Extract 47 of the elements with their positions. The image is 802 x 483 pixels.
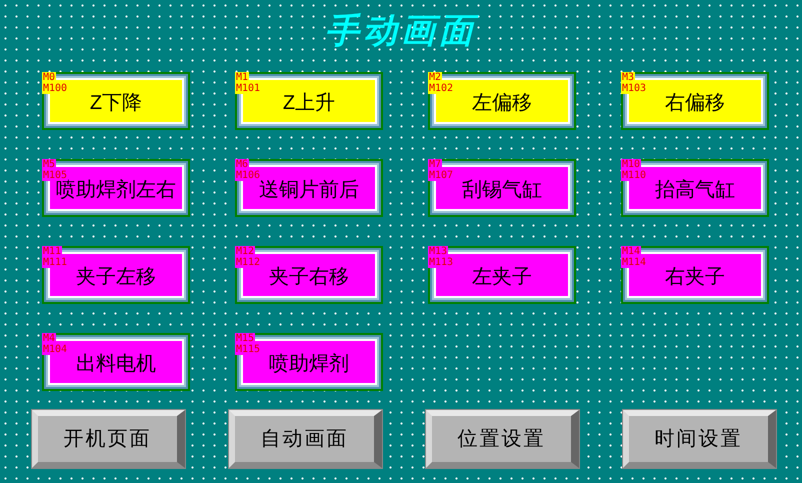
tag-label: M105 [42, 170, 68, 181]
manual-button[interactable]: Z上升 M1 M101 [235, 72, 383, 130]
tag-label: M115 [235, 344, 262, 355]
tag-label: M2 [428, 72, 442, 83]
tag-label: M12 [235, 246, 256, 257]
tag-label: M104 [42, 344, 68, 355]
tag-label: M0 [42, 72, 56, 83]
tag-label: M11 [42, 246, 62, 257]
manual-button[interactable]: 喷助焊剂左右 M5 M105 [42, 159, 190, 217]
tag-label: M106 [235, 170, 262, 181]
tag-label: M14 [621, 246, 642, 257]
tag-label: M10 [621, 159, 642, 170]
nav-button[interactable]: 时间设置 [623, 410, 776, 468]
tag-label: M103 [621, 83, 648, 94]
tag-label: M7 [428, 159, 442, 170]
tag-label: M100 [42, 83, 68, 94]
nav-button[interactable]: 位置设置 [426, 410, 579, 468]
tag-label: M6 [235, 159, 250, 170]
manual-button[interactable]: 夹子左移 M11 M111 [42, 246, 190, 304]
manual-button[interactable]: 送铜片前后 M6 M106 [235, 159, 383, 217]
tag-label: M101 [235, 83, 262, 94]
nav-button[interactable]: 自动画面 [229, 410, 382, 468]
manual-button[interactable]: 刮锡气缸 M7 M107 [428, 159, 576, 217]
tag-label: M3 [621, 72, 636, 83]
tag-label: M15 [235, 333, 256, 344]
tag-label: M111 [42, 257, 68, 268]
tag-label: M102 [428, 83, 454, 94]
tag-label: M5 [42, 159, 56, 170]
tag-label: M107 [428, 170, 454, 181]
tag-label: M114 [621, 257, 648, 268]
manual-button[interactable]: 右夹子 M14 M114 [621, 246, 769, 304]
tag-label: M13 [428, 246, 448, 257]
nav-button[interactable]: 开机页面 [32, 410, 185, 468]
manual-button[interactable]: 抬高气缸 M10 M110 [621, 159, 769, 217]
screen-title: 手动画面 [325, 14, 477, 48]
manual-button[interactable]: 左夹子 M13 M113 [428, 246, 576, 304]
tag-label: M112 [235, 257, 262, 268]
manual-button[interactable]: 夹子右移 M12 M112 [235, 246, 383, 304]
manual-button[interactable]: 右偏移 M3 M103 [621, 72, 769, 130]
manual-button[interactable]: 左偏移 M2 M102 [428, 72, 576, 130]
tag-label: M4 [42, 333, 56, 344]
manual-button[interactable]: Z下降 M0 M100 [42, 72, 190, 130]
manual-button[interactable]: 出料电机 M4 M104 [42, 333, 190, 391]
manual-button[interactable]: 喷助焊剂 M15 M115 [235, 333, 383, 391]
tag-label: M1 [235, 72, 250, 83]
tag-label: M113 [428, 257, 454, 268]
tag-label: M110 [621, 170, 648, 181]
